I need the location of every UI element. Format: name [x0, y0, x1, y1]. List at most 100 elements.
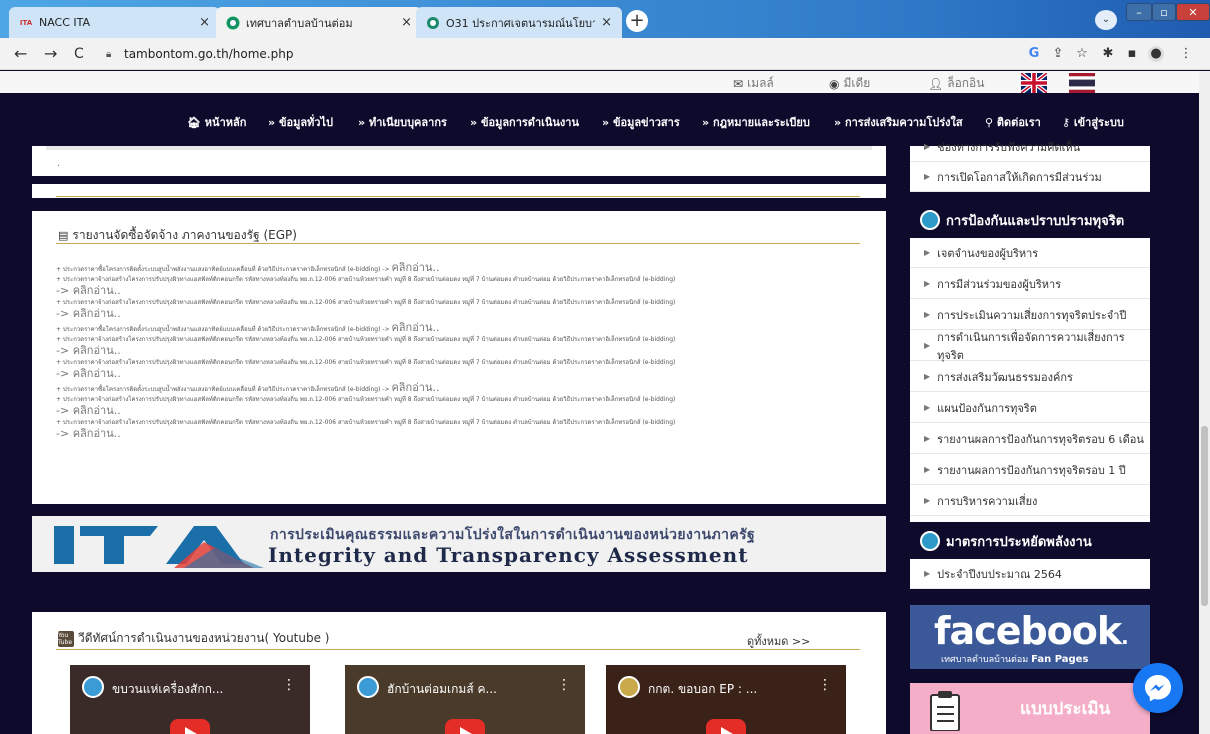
- read-more-link[interactable]: คลิกอ่าน..: [73, 284, 121, 297]
- sidebar-item-anticorruption[interactable]: ▶ แผนป้องกันการทุจริต: [910, 393, 1150, 423]
- video-menu-icon[interactable]: ⋮: [818, 677, 832, 693]
- nav-transparency[interactable]: » การส่งเสริมความโปร่งใส: [834, 113, 963, 131]
- thai-flag-icon[interactable]: [1069, 73, 1095, 93]
- tab-title: NACC ITA: [39, 16, 91, 29]
- egp-item[interactable]: + ประกวดราคาจ้างก่อสร้างโครงการปรับปรุงผ…: [56, 335, 880, 357]
- sidebar-item-participation[interactable]: ▶ การเปิดโอกาสให้เกิดการมีส่วนร่วม: [910, 162, 1150, 192]
- caret-right-icon: ▶: [924, 279, 931, 288]
- sidebar-item-fiscal-2564[interactable]: ▶ ประจำปีงบประมาณ 2564: [910, 559, 1150, 589]
- egp-item[interactable]: + ประกวดราคาจ้างก่อสร้างโครงการปรับปรุงผ…: [56, 275, 880, 297]
- video-card-1[interactable]: ขบวนแห่เครื่องสักก... ⋮: [70, 665, 310, 734]
- read-more-link[interactable]: คลิกอ่าน..: [391, 321, 439, 334]
- sidebar-item-anticorruption[interactable]: ▶ การส่งเสริมวัฒนธรรมองค์กร: [910, 362, 1150, 392]
- nav-news[interactable]: » ข้อมูลข่าวสาร: [602, 113, 680, 131]
- url-field[interactable]: 🔒︎ tambontom.go.th/home.php: [106, 43, 1106, 65]
- media-link[interactable]: ◉ มีเดีย: [829, 74, 870, 93]
- nav-contact[interactable]: ⚲ ติดต่อเรา: [985, 113, 1041, 131]
- forward-icon[interactable]: →: [44, 44, 57, 63]
- share-icon[interactable]: ⇪: [1050, 46, 1066, 61]
- egp-item[interactable]: + ประกวดราคาจ้างก่อสร้างโครงการปรับปรุงผ…: [56, 298, 880, 320]
- login-link[interactable]: 👤︎ ล็อกอิน: [928, 74, 984, 93]
- read-more-link[interactable]: คลิกอ่าน..: [73, 367, 121, 380]
- sidebar-icon[interactable]: ▪: [1124, 46, 1140, 61]
- maximize-button[interactable]: ▫: [1152, 3, 1176, 21]
- read-more-link[interactable]: คลิกอ่าน..: [73, 307, 121, 320]
- read-more-link[interactable]: คลิกอ่าน..: [73, 427, 121, 440]
- caret-right-icon: ▶: [924, 142, 931, 151]
- egp-item[interactable]: + ประกวดราคาจ้างก่อสร้างโครงการปรับปรุงผ…: [56, 395, 880, 417]
- read-more-link[interactable]: คลิกอ่าน..: [73, 404, 121, 417]
- page-scrollbar[interactable]: [1199, 71, 1210, 734]
- sidebar-item-anticorruption[interactable]: ▶ การดำเนินการเพื่อจัดการความเสี่ยงการทุจ…: [910, 331, 1150, 362]
- extensions-icon[interactable]: ✱: [1100, 46, 1116, 61]
- back-icon[interactable]: ←: [14, 44, 27, 63]
- video-menu-icon[interactable]: ⋮: [282, 677, 296, 693]
- nav-laws[interactable]: » กฎหมายและระเบียบ: [702, 113, 810, 131]
- tab-search-icon[interactable]: ⌄: [1095, 10, 1117, 30]
- video-menu-icon[interactable]: ⋮: [557, 677, 571, 693]
- sidebar-item-anticorruption[interactable]: ▶ รายงานผลการป้องกันการทุจริตรอบ 1 ปี: [910, 455, 1150, 485]
- messenger-chat-button[interactable]: [1133, 663, 1183, 713]
- mail-icon: ✉: [733, 76, 744, 91]
- mail-link[interactable]: ✉ เมลล์: [733, 74, 774, 93]
- caret-right-icon: ▶: [924, 403, 931, 412]
- caret-right-icon: ▶: [924, 569, 931, 578]
- video-card-3[interactable]: กกต. ขอบอก EP : ... ⋮: [606, 665, 846, 734]
- sidebar-item-anticorruption[interactable]: ▶ การมีส่วนร่วมของผู้บริหาร: [910, 269, 1150, 299]
- sidebar-item-label: ประจำปีงบประมาณ 2564: [937, 567, 1062, 581]
- close-window-button[interactable]: ✕: [1176, 3, 1210, 21]
- tab-nacc-ita[interactable]: ITA NACC ITA ×: [9, 7, 220, 38]
- egp-item[interactable]: + ประกวดราคาจ้างก่อสร้างโครงการปรับปรุงผ…: [56, 418, 880, 440]
- reload-icon[interactable]: C: [74, 46, 84, 62]
- caret-right-icon: ▶: [924, 496, 931, 505]
- nav-personnel[interactable]: » ทำเนียบบุคลากร: [358, 113, 447, 131]
- dot-text: .: [57, 158, 61, 169]
- facebook-sub-text: เทศบาลตำบลบ้านต่อม: [941, 655, 1029, 665]
- nav-login[interactable]: ⚷ เข้าสู่ระบบ: [1062, 113, 1124, 131]
- section-logo-icon: [920, 210, 940, 230]
- nav-operations[interactable]: » ข้อมูลการดำเนินงาน: [470, 113, 579, 131]
- new-tab-button[interactable]: +: [626, 10, 648, 32]
- egp-item[interactable]: + ประกวดราคาซื้อโครงการติดตั้งระบบสูบน้ำ…: [56, 381, 880, 394]
- sidebar-item-feedback[interactable]: ▶ ช่องทางการรับฟังความคิดเห็น: [910, 132, 1150, 162]
- sidebar-item-anticorruption[interactable]: ▶ รายงานผลการป้องกันการทุจริตรอบ 6 เดือน: [910, 424, 1150, 454]
- read-more-link[interactable]: คลิกอ่าน..: [391, 261, 439, 274]
- star-icon[interactable]: ☆: [1074, 46, 1090, 61]
- sidebar-item-anticorruption[interactable]: ▶ การประเมินความเสี่ยงการทุจริตประจำปี: [910, 300, 1150, 330]
- tab-close-icon[interactable]: ×: [199, 15, 210, 30]
- read-more-link[interactable]: คลิกอ่าน..: [391, 381, 439, 394]
- video-card-2[interactable]: ฮักบ้านต่อมเกมส์ ค... ⋮: [345, 665, 585, 734]
- tab-close-icon[interactable]: ×: [601, 15, 612, 30]
- read-more-link[interactable]: คลิกอ่าน..: [73, 344, 121, 357]
- google-g-icon[interactable]: G: [1026, 46, 1042, 61]
- egp-item[interactable]: + ประกวดราคาซื้อโครงการติดตั้งระบบสูบน้ำ…: [56, 321, 880, 334]
- sidebar-item-anticorruption[interactable]: ▶ เจตจำนงของผู้บริหาร: [910, 238, 1150, 268]
- video-title: กกต. ขอบอก EP : ...: [648, 682, 758, 696]
- tab-title: เทศบาลตำบลบ้านต่อม: [246, 16, 353, 30]
- nav-label: ข้อมูลการดำเนินงาน: [480, 116, 579, 129]
- view-all-link[interactable]: ดูทั้งหมด >>: [747, 632, 810, 650]
- nav-general-info[interactable]: » ข้อมูลทั่วไป: [268, 113, 333, 131]
- tab-o31[interactable]: O31 ประกาศเจตนารมณ์นโยบายไม่ ×: [416, 7, 622, 38]
- survey-banner[interactable]: แบบประเมิน: [910, 683, 1150, 734]
- uk-flag-icon[interactable]: [1021, 73, 1047, 93]
- menu-icon[interactable]: ⋮: [1178, 46, 1194, 61]
- caret-right-icon: ▶: [924, 310, 931, 319]
- egp-item[interactable]: + ประกวดราคาซื้อโครงการติดตั้งระบบสูบน้ำ…: [56, 261, 880, 274]
- nav-home[interactable]: 🏠︎ หน้าหลัก: [187, 113, 246, 131]
- profile-icon[interactable]: ●: [1148, 46, 1164, 62]
- facebook-fan-text: Fan Pages: [1031, 654, 1089, 665]
- sidebar-item-label: เจตจำนงของผู้บริหาร: [937, 246, 1039, 260]
- sidebar-top-panel: ▶ ช่องทางการรับฟังความคิดเห็น ▶ การเปิดโอก…: [910, 141, 1150, 192]
- scrollbar-thumb[interactable]: [1201, 426, 1208, 606]
- egp-item[interactable]: + ประกวดราคาจ้างก่อสร้างโครงการปรับปรุงผ…: [56, 358, 880, 380]
- nav-label: หน้าหลัก: [204, 116, 247, 129]
- facebook-banner[interactable]: facebook. เทศบาลตำบลบ้านต่อม Fan Pages: [910, 605, 1150, 669]
- nav-label: การส่งเสริมความโปร่งใส: [844, 116, 963, 129]
- minimize-button[interactable]: –: [1126, 3, 1152, 21]
- tab-tambontom[interactable]: เทศบาลตำบลบ้านต่อม ×: [216, 7, 422, 38]
- tab-title: O31 ประกาศเจตนารมณ์นโยบายไม่: [446, 16, 595, 30]
- tab-close-icon[interactable]: ×: [401, 15, 412, 30]
- ita-banner[interactable]: การประเมินคุณธรรมและความโปร่งใสในการดำเน…: [32, 516, 886, 572]
- sidebar-item-anticorruption[interactable]: ▶ การบริหารความเสี่ยง: [910, 486, 1150, 516]
